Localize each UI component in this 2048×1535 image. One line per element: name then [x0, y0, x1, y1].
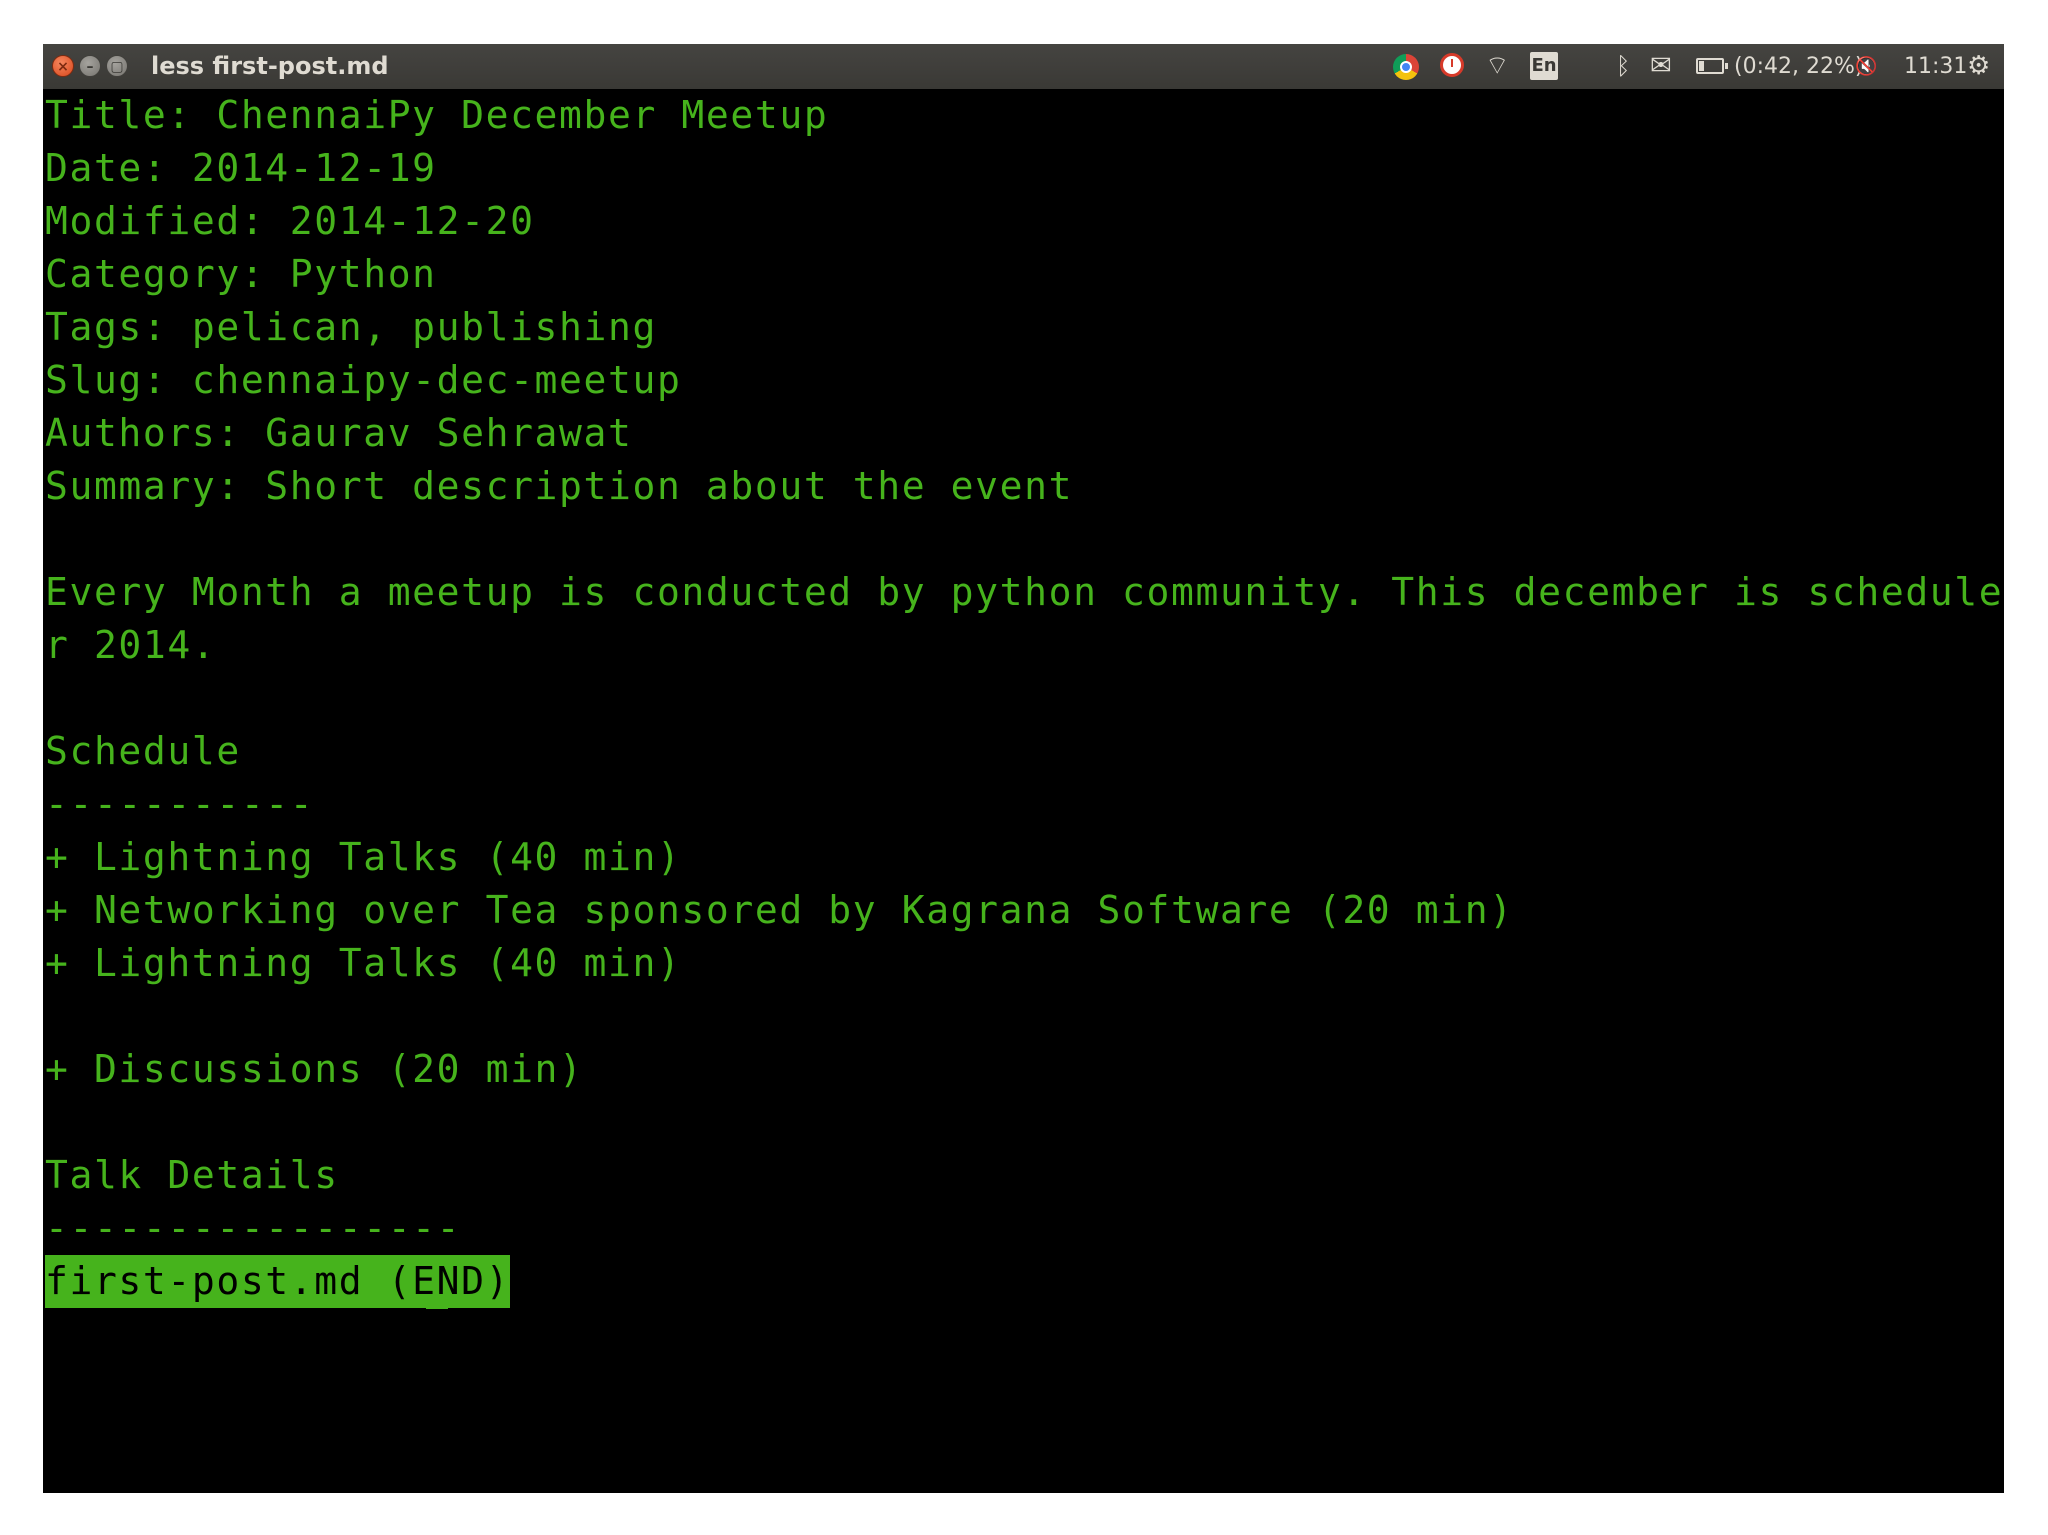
battery-icon[interactable] [1696, 58, 1728, 74]
terminal-line: + Discussions (20 min) [45, 1047, 584, 1091]
terminal-window: × – ▢ less first-post.md ⌔ En ᛒ ✉ (0:42,… [43, 44, 2004, 1493]
terminal-content[interactable]: Title: ChennaiPy December Meetup Date: 2… [43, 89, 2004, 1493]
terminal-line: Summary: Short description about the eve… [45, 464, 1074, 508]
terminal-line: ----------------- [45, 1206, 462, 1250]
bluetooth-icon[interactable]: ᛒ [1616, 44, 1630, 89]
terminal-line: Schedule [45, 729, 241, 773]
alarm-clock-icon[interactable] [1440, 53, 1464, 77]
terminal-line: + Networking over Tea sponsored by Kagra… [45, 888, 1514, 932]
terminal-line: Authors: Gaurav Sehrawat [45, 411, 633, 455]
terminal-line: Talk Details [45, 1153, 339, 1197]
terminal-line: Tags: pelican, publishing [45, 305, 657, 349]
keyboard-layout-icon[interactable]: En [1530, 52, 1558, 80]
power-gear-icon[interactable]: ⚙ [1967, 44, 1990, 89]
chrome-icon[interactable] [1393, 54, 1419, 80]
terminal-line: Slug: chennaipy-dec-meetup [45, 358, 682, 402]
less-status-line: first-post.md (END) [45, 1255, 511, 1308]
terminal-line: ----------- [45, 782, 315, 826]
top-panel: × – ▢ less first-post.md ⌔ En ᛒ ✉ (0:42,… [43, 44, 2004, 124]
terminal-line: Every Month a meetup is conducted by pyt… [45, 570, 2004, 614]
terminal-line: Date: 2014-12-19 [45, 146, 437, 190]
window-title: less first-post.md [151, 52, 389, 80]
volume-muted-icon[interactable]: 🔇 [1855, 44, 1877, 89]
mail-icon[interactable]: ✉ [1650, 44, 1672, 89]
terminal-line: + Lightning Talks (40 min) [45, 941, 682, 985]
terminal-cursor [426, 1306, 448, 1309]
terminal-line: Category: Python [45, 252, 437, 296]
terminal-line: r 2014. [45, 623, 217, 667]
maximize-window-button[interactable]: ▢ [106, 55, 128, 77]
minimize-window-button[interactable]: – [79, 55, 101, 77]
terminal-line: Title: ChennaiPy December Meetup [45, 93, 829, 137]
close-window-button[interactable]: × [52, 55, 74, 77]
terminal-line: Modified: 2014-12-20 [45, 199, 535, 243]
terminal-line: + Lightning Talks (40 min) [45, 835, 682, 879]
battery-status[interactable]: (0:42, 22%) [1734, 44, 1863, 89]
wifi-icon[interactable]: ⌔ [1485, 44, 1509, 89]
